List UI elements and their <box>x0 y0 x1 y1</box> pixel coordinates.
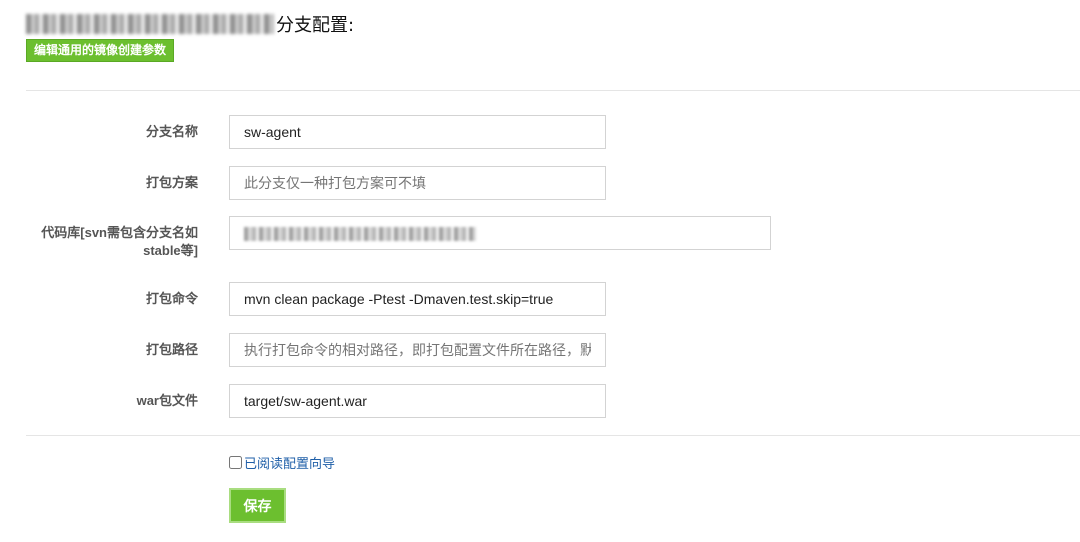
branch-name-label: 分支名称 <box>145 124 198 139</box>
redacted-project-name <box>26 14 274 34</box>
branch-name-input[interactable] <box>229 115 606 149</box>
repository-label-line1: 代码库[svn需包含分支名如 <box>41 225 198 240</box>
package-scheme-input[interactable] <box>229 166 606 200</box>
repository-input[interactable] <box>229 216 771 250</box>
war-file-label: war包文件 <box>136 393 198 408</box>
edit-common-image-params-button[interactable]: 编辑通用的镜像创建参数 <box>26 39 175 62</box>
redacted-repository-url <box>244 227 476 241</box>
config-guide-link[interactable]: 已阅读配置向导 <box>244 453 335 472</box>
page-title: 分支配置: <box>276 15 355 36</box>
package-path-label: 打包路径 <box>145 342 198 357</box>
guide-confirm-row[interactable]: 已阅读配置向导 <box>229 453 335 472</box>
top-divider <box>26 90 1080 91</box>
branch-config-page: 分支配置: 编辑通用的镜像创建参数 分支名称 打包方案 代码库[svn需包含分支… <box>0 0 1080 542</box>
repository-label-line2: stable等] <box>143 243 198 258</box>
package-scheme-label: 打包方案 <box>145 175 198 190</box>
bottom-divider <box>26 435 1080 436</box>
guide-confirm-checkbox[interactable] <box>229 456 242 469</box>
war-file-input[interactable] <box>229 384 606 418</box>
repository-label: 代码库[svn需包含分支名如 stable等] <box>8 224 198 260</box>
save-button[interactable]: 保存 <box>229 488 286 523</box>
package-path-input[interactable] <box>229 333 606 367</box>
page-header: 分支配置: <box>26 10 354 38</box>
package-command-input[interactable] <box>229 282 606 316</box>
package-command-label: 打包命令 <box>145 291 198 306</box>
